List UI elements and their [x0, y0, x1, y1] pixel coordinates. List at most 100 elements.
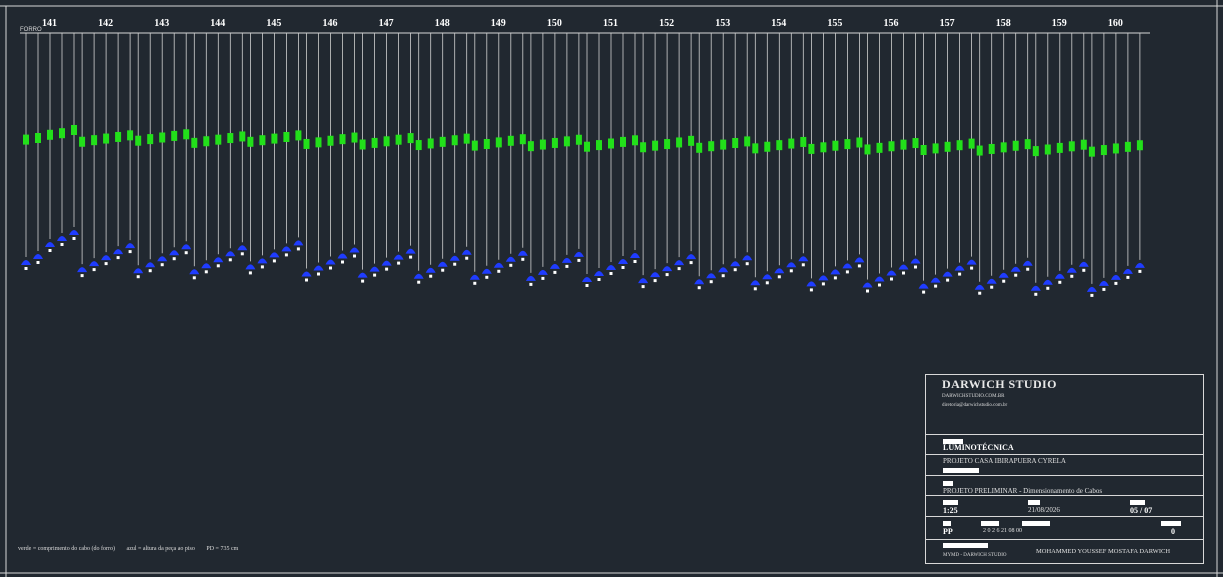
cable-length-marker-143-3	[159, 132, 166, 143]
ceiling-label: FORRO	[20, 27, 42, 33]
height-marker-143-2	[148, 269, 152, 273]
height-marker-149-2	[485, 275, 489, 279]
title-block-header: DARWICH STUDIO DARWICHSTUDIO.COM.BR dire…	[926, 375, 1203, 435]
code-digits: 2 0 2 6 21 08 00	[983, 528, 1022, 534]
cable-length-marker-157-1	[920, 145, 927, 155]
height-marker-158-1	[978, 291, 982, 295]
height-marker-141-5	[72, 237, 76, 240]
height-marker-144-5	[240, 252, 244, 256]
cable-length-marker-145-3	[271, 133, 278, 144]
column-label-153: 153	[715, 18, 730, 29]
height-marker-153-1	[697, 286, 701, 290]
height-marker-150-5	[577, 258, 581, 262]
height-marker-159-3	[1058, 280, 1062, 284]
cable-length-marker-148-5	[463, 133, 470, 144]
height-marker-147-2	[373, 273, 377, 277]
column-label-150: 150	[547, 18, 562, 29]
height-marker-143-3	[160, 263, 164, 267]
column-label-141: 141	[42, 18, 57, 29]
cable-length-marker-154-1	[752, 143, 759, 154]
cable-length-marker-148-3	[439, 136, 446, 147]
height-marker-160-1	[1090, 293, 1094, 297]
cable-length-marker-157-4	[956, 140, 963, 151]
cable-length-marker-155-2	[820, 142, 827, 153]
studio-email: diretoria@darwichstudio.com.br	[942, 403, 1008, 408]
legend: verde = comprimento do cabo (do forro) a…	[18, 546, 248, 552]
height-marker-148-3	[441, 268, 445, 272]
cable-length-marker-144-5	[239, 131, 246, 142]
legend-blue: azul = altura da peça ao piso	[126, 546, 195, 552]
project-row: PROJETO CASA IBIRAPUERA CYRELA	[926, 455, 1203, 476]
footer-left: MYMD - DARWICH STUDIO	[943, 553, 1007, 558]
cable-length-marker-151-3	[608, 138, 614, 149]
height-marker-155-3	[833, 276, 837, 280]
height-marker-153-2	[709, 280, 713, 284]
cable-length-marker-141-5	[71, 125, 77, 135]
cable-length-marker-143-1	[135, 135, 142, 146]
cable-length-marker-159-4	[1068, 141, 1075, 152]
height-marker-146-3	[329, 266, 332, 270]
cable-length-marker-144-1	[191, 137, 198, 148]
scale-row: 1:25 21/08/2026 05 / 07	[926, 496, 1203, 517]
height-marker-149-1	[473, 281, 477, 285]
cable-length-marker-153-4	[732, 138, 739, 148]
cable-length-marker-145-4	[283, 132, 290, 142]
cable-length-marker-143-5	[183, 129, 190, 140]
height-marker-153-3	[721, 274, 725, 278]
cable-length-marker-141-4	[59, 128, 65, 139]
column-label-154: 154	[771, 18, 786, 29]
cable-length-marker-142-4	[115, 131, 122, 142]
height-marker-144-4	[228, 258, 232, 262]
cable-length-marker-159-5	[1080, 139, 1087, 150]
cable-length-marker-160-4	[1124, 141, 1131, 152]
studio-name: DARWICH STUDIO	[942, 377, 1057, 391]
height-marker-151-3	[609, 272, 613, 275]
height-marker-150-2	[541, 276, 545, 280]
cable-length-marker-147-5	[407, 133, 414, 144]
height-marker-141-4	[60, 243, 64, 246]
cable-length-marker-156-1	[864, 144, 871, 155]
height-marker-154-4	[789, 269, 793, 273]
cable-length-marker-142-3	[103, 133, 110, 144]
height-marker-152-5	[689, 261, 693, 265]
height-marker-155-5	[857, 264, 861, 268]
cable-length-marker-150-4	[563, 136, 570, 147]
height-marker-153-4	[733, 268, 737, 272]
cable-length-marker-155-5	[856, 137, 863, 148]
cable-length-marker-153-1	[696, 142, 703, 153]
cable-length-marker-148-2	[427, 138, 434, 149]
column-label-142: 142	[98, 18, 113, 29]
cable-length-marker-155-1	[808, 143, 815, 154]
cable-length-marker-159-2	[1044, 144, 1051, 155]
cable-length-marker-147-4	[395, 134, 402, 145]
height-marker-160-3	[1114, 281, 1118, 285]
cable-length-marker-152-4	[676, 137, 683, 148]
height-marker-159-4	[1070, 274, 1074, 278]
cable-length-marker-160-1	[1088, 146, 1095, 157]
height-marker-147-4	[397, 261, 401, 265]
cable-length-marker-150-3	[551, 137, 558, 148]
height-marker-146-4	[341, 260, 344, 264]
height-marker-150-4	[565, 264, 569, 268]
cable-length-marker-143-2	[147, 134, 154, 145]
cable-length-marker-154-2	[764, 141, 771, 152]
height-marker-145-4	[284, 253, 288, 257]
cable-length-marker-147-1	[359, 139, 366, 150]
footer-row: MYMD - DARWICH STUDIO MOHAMMED YOUSSEF M…	[926, 540, 1203, 565]
column-label-151: 151	[603, 18, 618, 29]
cable-length-marker-156-5	[912, 138, 919, 149]
code-tag-bar-2	[981, 521, 999, 526]
cable-length-marker-151-1	[584, 141, 590, 152]
cable-length-marker-149-5	[519, 134, 526, 145]
cable-length-marker-145-5	[295, 130, 302, 141]
height-marker-152-2	[653, 279, 657, 283]
column-label-143: 143	[154, 18, 169, 29]
cable-length-marker-144-4	[227, 133, 234, 144]
cable-length-marker-154-5	[800, 136, 807, 147]
cable-length-marker-146-4	[339, 134, 346, 145]
cable-length-marker-146-5	[351, 132, 358, 143]
phase-label: PROJETO PRELIMINAR - Dimensionamento de …	[943, 487, 1103, 495]
height-marker-142-3	[104, 262, 108, 266]
cable-length-marker-152-3	[664, 139, 671, 150]
height-marker-146-2	[317, 272, 320, 276]
